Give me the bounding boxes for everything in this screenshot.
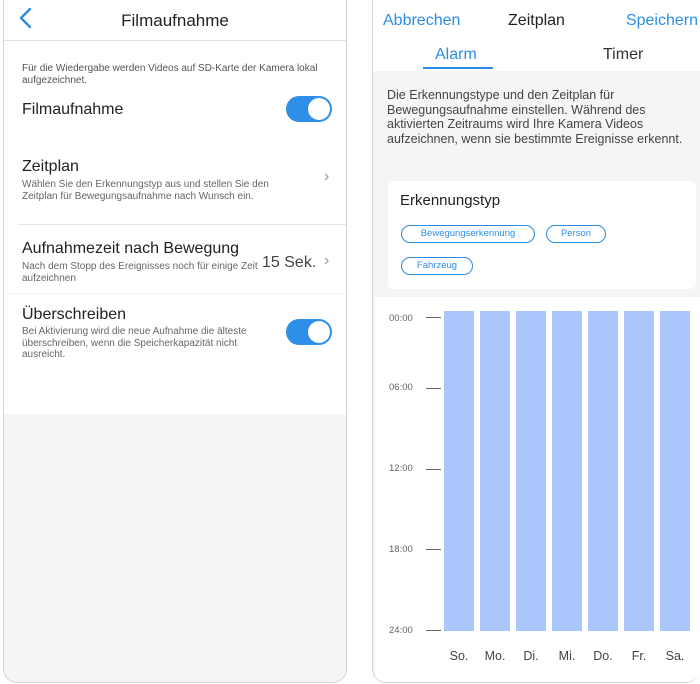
chip-vehicle[interactable]: Fahrzeug <box>401 257 473 275</box>
time-label-00: 00:00 <box>389 313 413 324</box>
time-label-18: 18:00 <box>389 544 413 555</box>
chevron-right-icon: › <box>324 168 330 185</box>
time-tick <box>426 630 441 631</box>
day-column-monday[interactable] <box>480 311 510 631</box>
day-label: Do. <box>593 649 613 663</box>
time-tick <box>426 388 441 389</box>
description-text: Die Erkennungstype und den Zeitplan für … <box>387 88 683 146</box>
day-column-wednesday[interactable] <box>552 311 582 631</box>
schedule-title: Zeitplan <box>22 158 79 175</box>
save-button[interactable]: Speichern <box>626 12 698 30</box>
day-column-saturday[interactable] <box>660 311 690 631</box>
chip-person[interactable]: Person <box>546 225 606 243</box>
divider <box>18 224 346 225</box>
time-tick <box>426 469 441 470</box>
recording-toggle[interactable] <box>286 96 332 122</box>
chevron-right-icon: › <box>324 252 330 269</box>
post-motion-value: 15 Sek. <box>262 254 317 271</box>
filmaufnahme-screen: Filmaufnahme Für die Wiedergabe werden V… <box>3 0 347 683</box>
info-text: Für die Wiedergabe werden Videos auf SD-… <box>22 63 318 86</box>
schedule-subtitle: Wählen Sie den Erkennungstyp aus und ste… <box>22 179 269 202</box>
day-label: Fr. <box>631 649 647 663</box>
day-label: So. <box>449 649 469 663</box>
toggle-knob <box>308 98 330 120</box>
time-tick <box>426 549 441 550</box>
day-column-thursday[interactable] <box>588 311 618 631</box>
overwrite-title: Überschreiben <box>22 306 127 323</box>
header-bar: Filmaufnahme <box>4 0 346 41</box>
chip-motion-detection[interactable]: Bewegungserkennung <box>401 225 535 243</box>
overwrite-card: Überschreiben Bei Aktivierung wird die n… <box>4 294 346 414</box>
post-motion-title: Aufnahmezeit nach Bewegung <box>22 240 240 257</box>
weekly-schedule-grid: 00:00 06:00 12:00 18:00 24:00 So. Mo. Di… <box>375 297 700 682</box>
day-column-tuesday[interactable] <box>516 311 546 631</box>
detection-type-card: Erkennungstyp Bewegungserkennung Person … <box>388 181 696 289</box>
tab-timer[interactable]: Timer <box>603 46 643 64</box>
day-column-friday[interactable] <box>624 311 654 631</box>
overwrite-toggle[interactable] <box>286 319 332 345</box>
detection-type-title: Erkennungstyp <box>400 192 501 209</box>
time-label-06: 06:00 <box>389 382 413 393</box>
day-label: Mi. <box>558 649 576 663</box>
time-label-24: 24:00 <box>389 625 413 636</box>
day-column-sunday[interactable] <box>444 311 474 631</box>
settings-card: Für die Wiedergabe werden Videos auf SD-… <box>4 41 346 293</box>
cancel-button[interactable]: Abbrechen <box>383 12 460 30</box>
page-title: Filmaufnahme <box>121 11 229 30</box>
overwrite-subtitle: Bei Aktivierung wird die neue Aufnahme d… <box>22 326 247 360</box>
day-label: Mo. <box>484 649 506 663</box>
active-tab-indicator <box>423 67 493 69</box>
recording-label: Filmaufnahme <box>22 101 124 118</box>
settings-body: Für die Wiedergabe werden Videos auf SD-… <box>4 41 346 682</box>
day-label: Sa. <box>665 649 685 663</box>
tab-alarm[interactable]: Alarm <box>435 46 477 64</box>
day-label: Di. <box>523 649 539 663</box>
toggle-knob <box>308 321 330 343</box>
time-tick <box>426 317 441 318</box>
time-label-12: 12:00 <box>389 463 413 474</box>
zeitplan-screen: Zeitplan Abbrechen Speichern Alarm Timer… <box>372 0 700 683</box>
post-motion-subtitle: Nach dem Stopp des Ereignisses noch für … <box>22 261 258 284</box>
